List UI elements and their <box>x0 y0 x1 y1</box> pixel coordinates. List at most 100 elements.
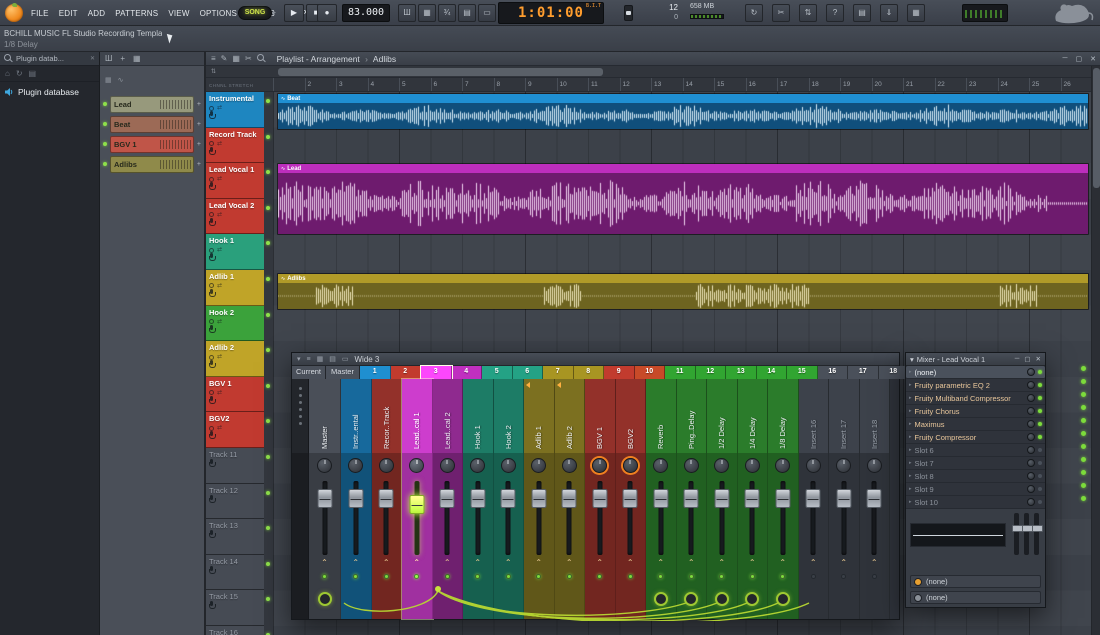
pan-knob[interactable] <box>684 458 699 473</box>
mixer-strip[interactable]: Master ⌃ <box>309 379 341 619</box>
route-to-master-icon[interactable]: ⌃ <box>707 557 737 570</box>
lane-record-led[interactable] <box>264 199 273 235</box>
fader-handle[interactable] <box>806 489 821 508</box>
fx-enable-led[interactable] <box>1038 422 1042 426</box>
fx-slot[interactable]: ▸ Slot 7 <box>906 457 1045 470</box>
mixer-track-tab[interactable]: 2 <box>391 366 422 379</box>
route-icon[interactable]: ⇄ <box>217 319 222 325</box>
lane-record-led[interactable] <box>264 412 273 448</box>
fader-handle[interactable] <box>409 495 424 514</box>
route-to-master-icon[interactable]: ⌃ <box>829 557 859 570</box>
route-to-master-icon[interactable]: ⌃ <box>555 557 585 570</box>
slot-led[interactable] <box>1081 457 1086 462</box>
fx-enable-led[interactable] <box>1038 448 1042 452</box>
slot-led[interactable] <box>1081 470 1086 475</box>
sync-icon[interactable]: ↻ <box>745 4 763 22</box>
route-icon[interactable]: ⇄ <box>217 141 222 147</box>
browser-item-plugin-database[interactable]: Plugin database <box>0 85 99 99</box>
mute-icon[interactable] <box>209 390 214 395</box>
slot-led[interactable] <box>1081 405 1086 410</box>
lane-record-led[interactable] <box>264 590 273 626</box>
fader-handle[interactable] <box>531 489 546 508</box>
fx-menu-icon[interactable]: ▾ <box>910 355 914 364</box>
fx-mix-knob[interactable] <box>1027 433 1035 441</box>
track-header[interactable]: Track 13 ⇄ <box>206 519 264 555</box>
rack-menu-icon[interactable]: ▦ <box>133 54 141 63</box>
home-icon[interactable]: ⌂ <box>5 69 10 78</box>
mixer-dock-icon[interactable]: ▭ <box>342 355 349 363</box>
song-pat-switch-icon[interactable]: ▸ <box>273 9 276 16</box>
slot-led[interactable] <box>1081 366 1086 371</box>
mixer-strip[interactable]: Lead..cal 2 ⌃ <box>433 379 464 619</box>
fx-slot[interactable]: ▸ Slot 10 <box>906 496 1045 509</box>
draw-tool-icon[interactable]: ✎ <box>221 54 228 63</box>
clip-header[interactable]: ∿ Adlibs <box>278 274 1088 283</box>
audio-clip[interactable]: ∿ Beat <box>277 93 1089 130</box>
step-seq-icon[interactable]: Ш <box>105 54 112 63</box>
route-to-master-icon[interactable]: ⌃ <box>860 557 890 570</box>
pan-knob[interactable] <box>440 458 455 473</box>
mixer-track-tab[interactable]: 10 <box>635 366 666 379</box>
track-header[interactable]: Track 14 ⇄ <box>206 555 264 591</box>
fader-handle[interactable] <box>775 489 790 508</box>
volume-fader[interactable] <box>524 479 554 557</box>
pan-knob[interactable] <box>592 458 607 473</box>
mute-icon[interactable] <box>209 283 214 288</box>
strip-enable-led[interactable] <box>872 574 877 579</box>
strip-enable-led[interactable] <box>780 574 785 579</box>
pan-knob[interactable] <box>562 458 577 473</box>
fader-handle[interactable] <box>317 489 332 508</box>
mixer-strip[interactable]: BGV 1 ⌃ <box>585 379 616 619</box>
mute-icon[interactable] <box>209 426 214 431</box>
mixer-strip[interactable]: Adlib 1 ⌃ <box>524 379 555 619</box>
mixer-strip[interactable]: ⌃ <box>292 379 309 619</box>
strip-enable-led[interactable] <box>384 574 389 579</box>
fx-mix-knob[interactable] <box>1027 485 1035 493</box>
fx-panel-titlebar[interactable]: ▾ Mixer - Lead Vocal 1 ─ ▢ ✕ <box>906 353 1045 366</box>
volume-fader[interactable] <box>494 479 524 557</box>
audio-clip[interactable]: ∿ Adlibs <box>277 273 1089 310</box>
fx-slot[interactable]: ▸ Maximus <box>906 418 1045 431</box>
mixer-track-tab[interactable]: 6 <box>513 366 544 379</box>
route-to-master-icon[interactable]: ⌃ <box>738 557 768 570</box>
pan-knob[interactable] <box>653 458 668 473</box>
route-to-master-icon[interactable]: ⌃ <box>372 557 402 570</box>
wait-input-icon[interactable]: ▭ <box>478 4 496 22</box>
mixer-track-tab[interactable]: 14 <box>757 366 788 379</box>
channel-row[interactable]: Adlibs + <box>100 154 204 174</box>
fx-enable-led[interactable] <box>1038 370 1042 374</box>
time-display[interactable]: 1:01:00 B.I.T <box>498 2 604 24</box>
shuffle-slider[interactable] <box>624 5 633 21</box>
mixer-track-tab[interactable]: 7 <box>543 366 574 379</box>
channel-drag-handle-icon[interactable]: + <box>197 101 201 108</box>
volume-fader[interactable] <box>341 479 371 557</box>
strip-enable-led[interactable] <box>689 574 694 579</box>
volume-fader[interactable] <box>616 479 646 557</box>
step-edit-icon[interactable]: Ш <box>398 4 416 22</box>
mixer-track-tab[interactable]: 12 <box>696 366 727 379</box>
mixer-track-tab[interactable]: 15 <box>787 366 818 379</box>
strip-enable-led[interactable] <box>445 574 450 579</box>
fader-handle[interactable] <box>623 489 638 508</box>
lane-record-led[interactable] <box>264 128 273 164</box>
fx-close-icon[interactable]: ✕ <box>1036 355 1041 363</box>
track-header[interactable]: Lead Vocal 2 ⇄ <box>206 199 264 235</box>
volume-fader[interactable] <box>309 479 340 557</box>
breadcrumb-arrangement[interactable]: Adlibs <box>373 54 396 64</box>
fx-slot[interactable]: ▸ Fruity Multiband Compressor <box>906 392 1045 405</box>
menu-item[interactable]: EDIT <box>56 7 81 20</box>
mixer-track-tab[interactable]: 13 <box>726 366 757 379</box>
route-to-master-icon[interactable]: ⌃ <box>524 557 554 570</box>
channel-drag-handle-icon[interactable]: + <box>197 121 201 128</box>
pan-knob[interactable] <box>836 458 851 473</box>
track-header[interactable]: Instrumental ⇄ <box>206 92 264 128</box>
mixer-menu-icon[interactable]: ▾ <box>297 355 301 363</box>
clip-header[interactable]: ∿ Beat <box>278 94 1088 103</box>
volume-fader[interactable] <box>829 479 859 557</box>
strip-enable-led[interactable] <box>628 574 633 579</box>
mixer-detach-icon[interactable]: ≡ <box>307 356 311 363</box>
volume-fader[interactable] <box>738 479 768 557</box>
mute-icon[interactable] <box>209 248 214 253</box>
fader-handle[interactable] <box>501 489 516 508</box>
route-icon[interactable]: ⇄ <box>217 283 222 289</box>
